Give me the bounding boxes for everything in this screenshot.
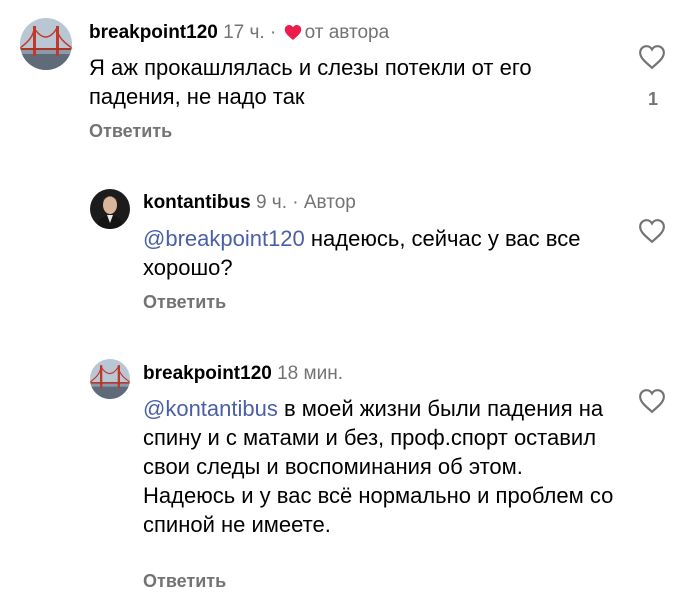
timestamp: 17 ч. xyxy=(223,22,265,43)
reply-button[interactable]: Ответить xyxy=(143,570,226,592)
liked-by-author-label: от автора xyxy=(304,22,390,43)
timestamp: 9 ч. xyxy=(255,192,287,213)
username[interactable]: breakpoint120 xyxy=(143,363,272,384)
separator: · xyxy=(269,22,277,43)
timestamp: 18 мин. xyxy=(277,363,343,384)
mention-link[interactable]: @breakpoint120 xyxy=(143,226,305,251)
avatar[interactable] xyxy=(90,189,130,229)
comment-header: breakpoint120 17 ч. · от автора xyxy=(89,21,389,45)
avatar[interactable] xyxy=(90,359,130,399)
avatar[interactable] xyxy=(20,18,72,70)
like-count[interactable]: 1 xyxy=(648,89,658,110)
heart-outline-icon[interactable] xyxy=(638,44,666,70)
username[interactable]: kontantibus xyxy=(143,192,251,213)
heart-outline-icon[interactable] xyxy=(638,218,666,244)
bridge-avatar-image xyxy=(90,359,130,399)
author-badge: Автор xyxy=(303,192,356,213)
person-avatar-image xyxy=(90,189,130,229)
comment-text: @breakpoint120 надеюсь, сейчас у вас все… xyxy=(143,226,581,280)
comment-text: @kontantibus в моей жизни были падения н… xyxy=(143,396,614,537)
bridge-avatar-image xyxy=(20,18,72,70)
reply-button[interactable]: Ответить xyxy=(89,120,172,142)
username[interactable]: breakpoint120 xyxy=(89,22,218,43)
separator: · xyxy=(292,192,299,213)
heart-outline-icon[interactable] xyxy=(638,388,666,414)
comment-text: Я аж прокашлялась и слезы потекли от его… xyxy=(89,55,532,109)
heart-filled-icon xyxy=(284,25,301,40)
reply-button[interactable]: Ответить xyxy=(143,291,226,313)
mention-link[interactable]: @kontantibus xyxy=(143,396,278,421)
comment-header: kontantibus 9 ч. · Автор xyxy=(143,191,356,215)
comment-header: breakpoint120 18 мин. xyxy=(143,362,343,386)
